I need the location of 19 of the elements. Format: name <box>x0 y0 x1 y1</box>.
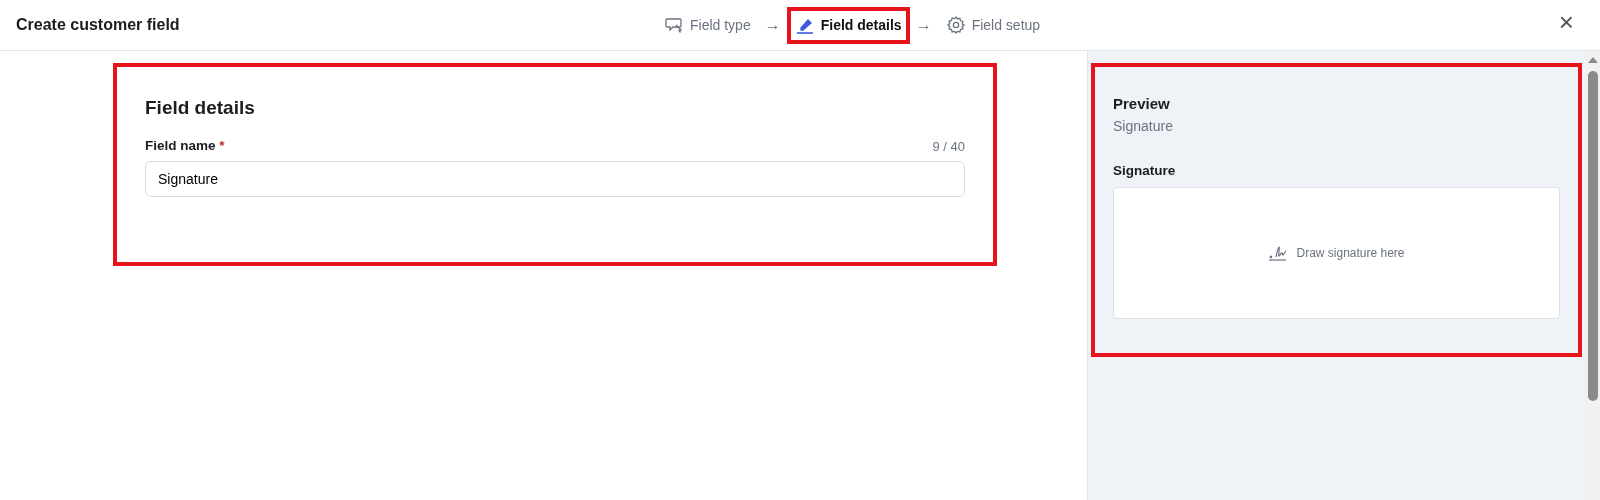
step-tab[interactable]: Field type <box>660 10 755 40</box>
page-title: Create customer field <box>16 15 180 35</box>
preview-subtitle: Signature <box>1113 116 1174 136</box>
close-button[interactable]: × <box>1554 9 1578 35</box>
signature-hint: Draw signature here <box>1296 244 1405 262</box>
section-title: Field details <box>145 97 256 120</box>
preview-title: Preview <box>1113 94 1171 114</box>
scrollbar[interactable] <box>1585 51 1600 500</box>
chat-bubble-icon <box>664 15 684 35</box>
step-tab[interactable]: Field details <box>790 10 906 40</box>
field-name-input[interactable]: Signature <box>145 161 965 198</box>
signature-pad[interactable]: Draw signature here <box>1113 186 1560 319</box>
character-counter: 9 / 40 <box>932 137 965 156</box>
field-label: Field name * <box>145 136 225 155</box>
arrow-separator: → <box>763 15 782 35</box>
step-tab[interactable]: Field setup <box>941 10 1045 40</box>
arrow-separator: → <box>914 15 933 35</box>
settings-icon <box>945 15 966 35</box>
signature-label: Signature <box>1113 161 1177 180</box>
